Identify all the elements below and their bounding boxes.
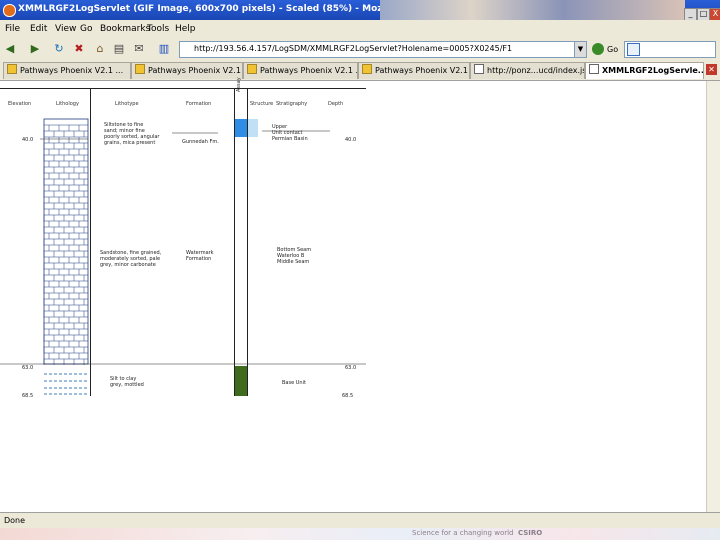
menu-view[interactable]: View [55,24,76,34]
window-title-bar: XMMLRGF2LogServlet (GIF Image, 600x700 p… [0,0,720,20]
assay-light-block [248,119,258,137]
url-bar[interactable] [179,41,576,58]
page-icon [362,64,372,74]
tab-pathways-2[interactable]: Pathways Phoenix V2.1 ... [131,62,243,79]
menu-bookmarks[interactable]: Bookmarks [100,24,150,34]
firefox-icon [3,4,16,17]
page-icon [7,64,17,74]
depth-label-middle-right: 63.0 [345,365,357,371]
taskbar-logo-text: CSIRO [518,529,543,537]
tab-index-jsp[interactable]: http://ponz...ucd/index.jsp [470,62,585,79]
depth-label-upper: 40.0 [22,137,34,143]
go-arrow-icon[interactable] [592,43,604,55]
tab-bar: Pathways Phoenix V2.1 ... Pathways Phoen… [0,60,720,81]
log-graphic [0,88,366,396]
reload-icon[interactable]: ↻ [52,42,66,56]
lithology-divider [90,88,91,396]
depth-label-lower-right: 68.5 [342,393,354,399]
tab-pathways-4[interactable]: Pathways Phoenix V2.1 ... [358,62,470,79]
taskbar-banner: Science for a changing world CSIRO [0,528,720,540]
go-button-label[interactable]: Go [607,45,618,54]
top-line [0,88,366,89]
bookmark-icon[interactable]: ▥ [157,42,171,56]
brick-lines [43,124,88,365]
page-icon [247,64,257,74]
desktop-banner-image [380,0,685,20]
menu-tools[interactable]: Tools [147,24,169,34]
menu-file[interactable]: File [5,24,20,34]
tab-pathways-1[interactable]: Pathways Phoenix V2.1 ... [3,62,131,79]
formation-note-1: Gunnedah Fm. [182,139,219,145]
depth-label-middle: 63.0 [22,365,34,371]
back-arrow-icon[interactable]: ◀ [3,42,17,56]
strat-note-2: Bottom Seam Waterloo B Middle Seam [277,247,312,265]
depth-label-lower: 68.5 [22,393,34,399]
tab-pathways-3[interactable]: Pathways Phoenix V2.1 ... [243,62,358,79]
menu-bar: File Edit View Go Bookmarks Tools Help [0,20,720,38]
brick-pattern [43,118,89,365]
status-text: Done [4,516,26,525]
page-icon [135,64,145,74]
vertical-scrollbar[interactable] [706,81,720,512]
lithotype-note-2: Sandstone, fine grained, moderately sort… [100,250,162,268]
url-dropdown-arrow-icon[interactable]: ▼ [574,41,587,58]
formation-note-2: Watermark Formation [186,250,214,262]
search-engine-icon [627,43,640,56]
assay-green-block [235,366,247,396]
lithotype-note-1: Siltstone to fine sand; minor fine poorl… [104,122,160,146]
sand-pattern [44,373,88,395]
taskbar-slogan: Science for a changing world [412,529,514,537]
home-icon[interactable]: ⌂ [93,42,107,56]
forward-arrow-icon[interactable]: ▶ [28,42,42,56]
stop-icon[interactable]: ✖ [72,42,86,56]
image-page-icon [589,64,599,74]
close-tab-icon[interactable]: ✕ [706,64,717,75]
lithotype-note-3: Silt to clay grey, mottled [110,376,144,388]
tab-xmml-log-servlet[interactable]: XMMLRGF2LogServle... [585,62,704,79]
print-icon[interactable]: ▤ [112,42,126,56]
assay-blue-block [235,119,247,137]
menu-help[interactable]: Help [175,24,196,34]
search-box[interactable] [624,41,716,58]
window-title: XMMLRGF2LogServlet (GIF Image, 600x700 p… [18,4,388,14]
strat-note-1: Upper Unit contact Permian Basin [272,124,308,142]
mail-icon[interactable]: ✉ [132,42,146,56]
assay-right-border [247,88,248,396]
url-input[interactable] [180,42,572,55]
blank-page-icon [474,64,484,74]
status-bar: Done [0,512,720,529]
menu-go[interactable]: Go [80,24,92,34]
depth-label-upper-right: 40.0 [345,137,357,143]
menu-edit[interactable]: Edit [30,24,47,34]
assay-left-border [234,88,235,396]
strat-note-3: Base Unit [282,380,306,386]
